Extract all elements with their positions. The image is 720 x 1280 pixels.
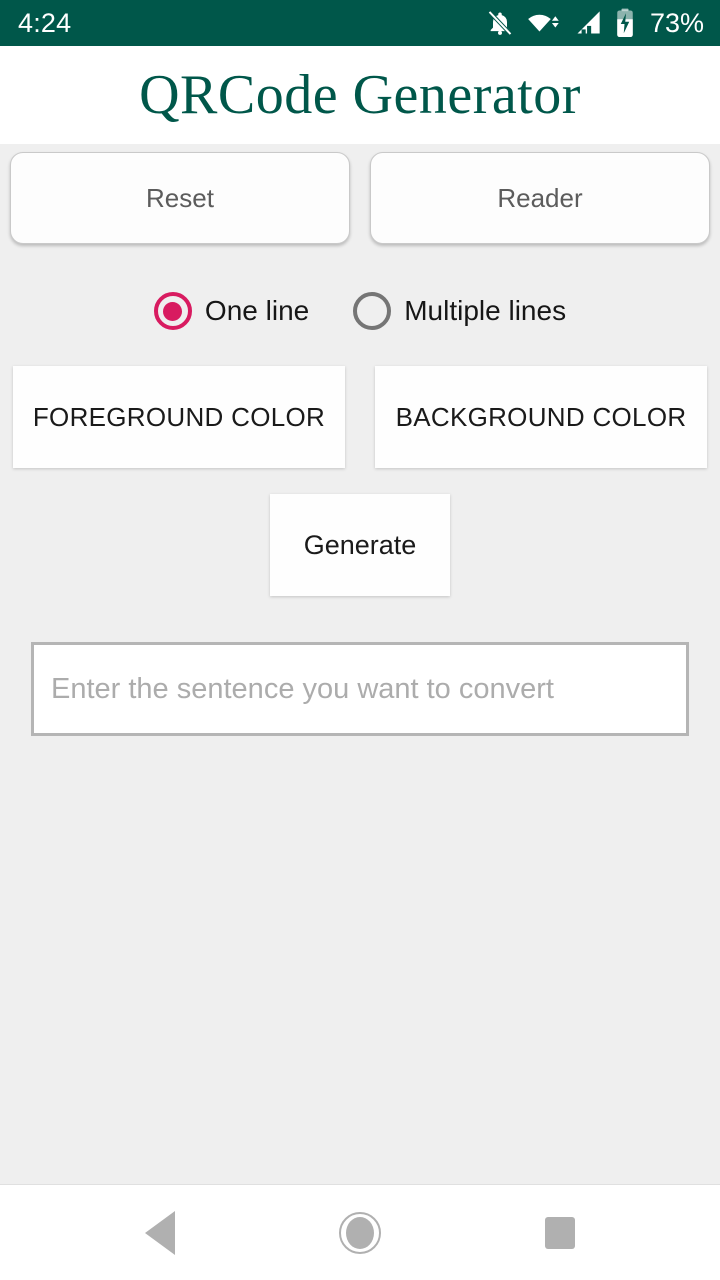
action-button-row: Reset Reader — [10, 144, 710, 244]
radio-option-multiple-lines[interactable]: Multiple lines — [353, 292, 566, 330]
background-color-button[interactable]: BACKGROUND COLOR — [375, 366, 707, 468]
sentence-input-row — [10, 642, 710, 736]
radio-button-icon-selected[interactable] — [153, 292, 192, 330]
sentence-input[interactable] — [31, 642, 689, 736]
main-content: Reset Reader One line Multiple lines FOR… — [0, 144, 720, 1184]
status-bar-icons: 73% — [486, 8, 704, 38]
foreground-color-label: FOREGROUND COLOR — [32, 401, 326, 432]
status-bar-clock: 4:24 — [18, 7, 72, 38]
home-circle-icon — [339, 1211, 381, 1254]
radio-dot — [363, 302, 382, 321]
battery-percentage: 73% — [649, 7, 704, 38]
wifi-icon — [527, 8, 561, 38]
battery-charging-icon — [615, 8, 635, 38]
foreground-color-button[interactable]: FOREGROUND COLOR — [13, 366, 345, 468]
generate-button-row: Generate — [10, 494, 710, 596]
reader-button[interactable]: Reader — [370, 152, 710, 244]
cellular-signal-icon — [574, 9, 602, 37]
color-picker-row: FOREGROUND COLOR BACKGROUND COLOR — [10, 366, 710, 468]
nav-home-button[interactable] — [312, 1185, 408, 1280]
generate-button[interactable]: Generate — [270, 494, 450, 596]
radio-label-multiple-lines: Multiple lines — [404, 295, 567, 326]
page-title: QRCode Generator — [139, 64, 581, 126]
line-mode-radio-group: One line Multiple lines — [10, 292, 710, 330]
reset-button-label: Reset — [146, 182, 214, 213]
notifications-off-icon — [486, 8, 514, 38]
radio-dot — [163, 301, 183, 321]
reader-button-label: Reader — [497, 182, 583, 213]
nav-recents-button[interactable] — [512, 1185, 608, 1280]
android-navigation-bar — [0, 1184, 720, 1280]
home-circle-inner — [346, 1216, 374, 1249]
nav-back-button[interactable] — [112, 1185, 208, 1280]
reset-button[interactable]: Reset — [10, 152, 350, 244]
recents-square-icon — [545, 1216, 575, 1249]
status-bar: 4:24 73% — [0, 0, 720, 46]
radio-option-one-line[interactable]: One line — [153, 292, 310, 330]
radio-label-one-line: One line — [204, 295, 310, 326]
app-window: 4:24 73% QRCode Generator Reset Reader O… — [0, 0, 720, 1280]
back-triangle-icon — [145, 1210, 175, 1255]
generate-button-label: Generate — [303, 529, 417, 560]
background-color-label: BACKGROUND COLOR — [395, 401, 687, 432]
radio-button-icon-unselected[interactable] — [353, 292, 392, 330]
app-title-bar: QRCode Generator — [0, 46, 720, 144]
